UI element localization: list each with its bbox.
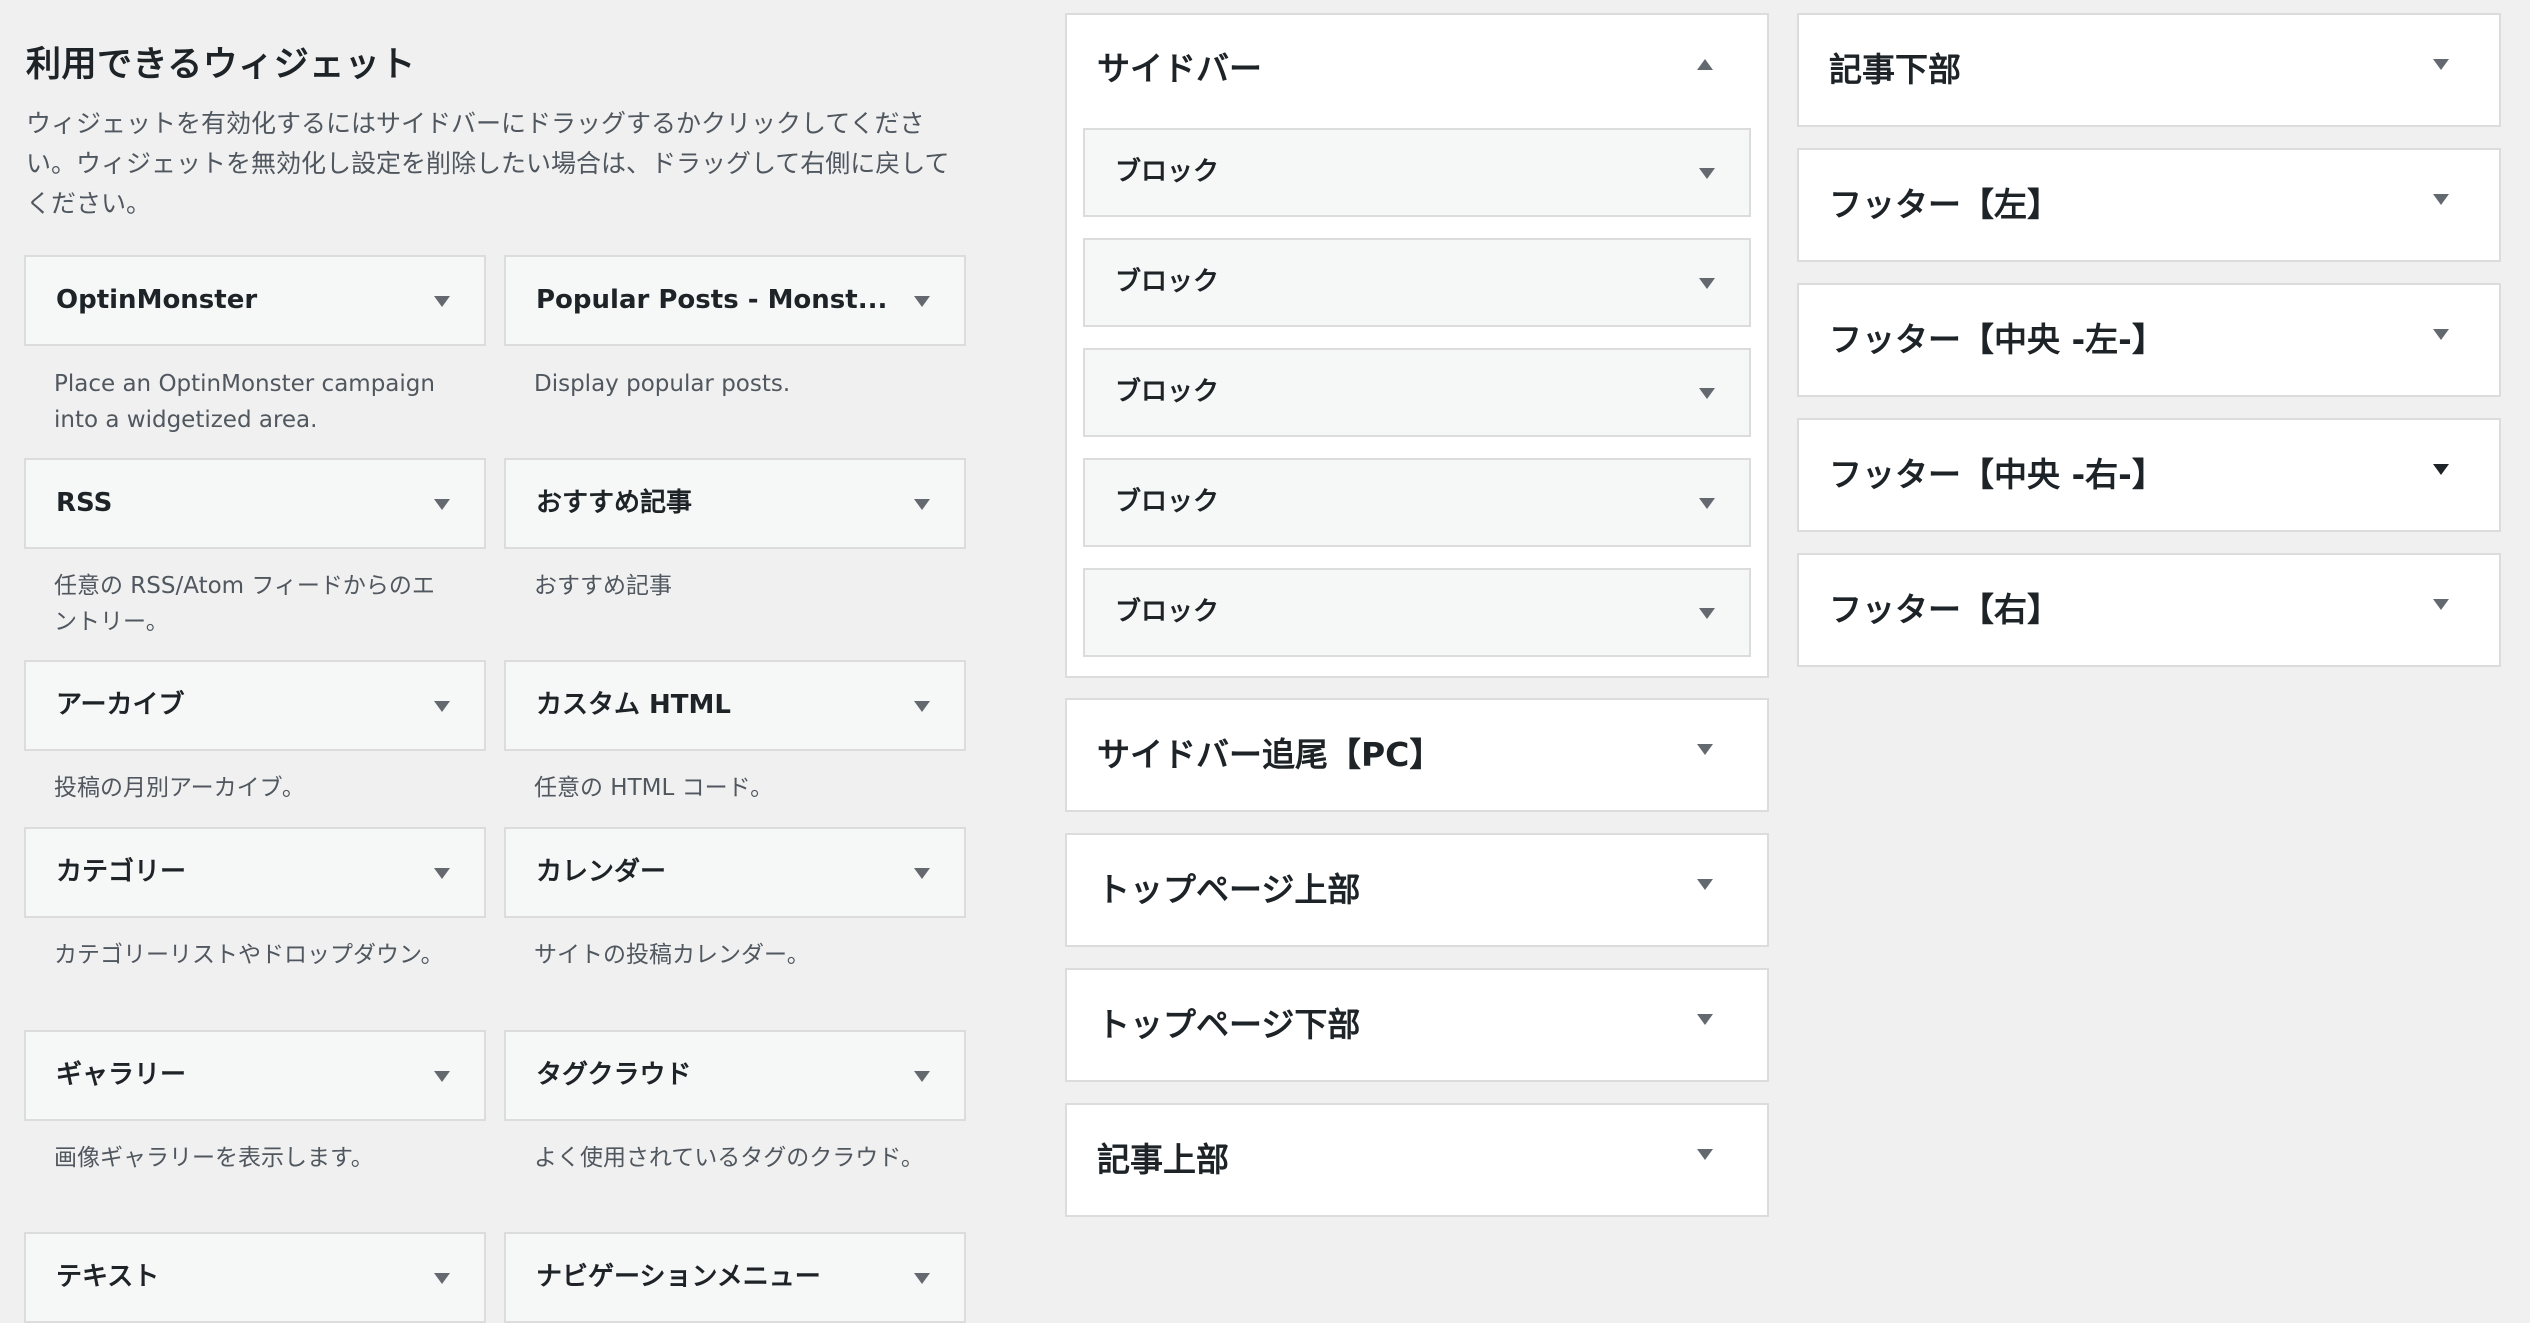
widget-description: Place an OptinMonster campaign into a wi… (54, 371, 435, 433)
arrow-down-icon[interactable] (1697, 1149, 1713, 1160)
widget-area-title: フッター【中央 -左-】 (1829, 320, 2165, 359)
widget-title: アーカイブ (56, 690, 185, 720)
widget-description: Display popular posts. (534, 371, 791, 397)
available-widgets-title: 利用できるウィジェット (26, 45, 416, 85)
arrow-down-icon[interactable] (434, 296, 450, 307)
widget-description: 任意の HTML コード。 (534, 775, 774, 801)
block-title: ブロック (1115, 377, 1220, 407)
widget-area-sidebar: サイドバー ブロック ブロック ブロック ブロック ブロック (1065, 13, 1769, 678)
widget-optinmonster[interactable]: OptinMonster (24, 255, 486, 346)
arrow-down-icon[interactable] (434, 868, 450, 879)
arrow-down-icon[interactable] (1697, 879, 1713, 890)
arrow-down-icon[interactable] (1699, 168, 1715, 179)
arrow-down-icon[interactable] (914, 296, 930, 307)
block-title: ブロック (1115, 597, 1220, 627)
widget-area-footer-center-left[interactable]: フッター【中央 -左-】 (1797, 283, 2501, 397)
block-title: ブロック (1115, 487, 1220, 517)
widget-area-title: トップページ上部 (1097, 870, 1361, 909)
arrow-down-icon[interactable] (1697, 1014, 1713, 1025)
widget-title: カレンダー (536, 857, 667, 887)
arrow-down-icon[interactable] (2433, 599, 2449, 610)
widget-recommended-posts[interactable]: おすすめ記事 (504, 458, 966, 549)
widget-area-title: トップページ下部 (1097, 1005, 1361, 1044)
widget-area-title: フッター【中央 -右-】 (1829, 455, 2165, 494)
widget-popular-posts[interactable]: Popular Posts - Monst... (504, 255, 966, 346)
widget-categories[interactable]: カテゴリー (24, 827, 486, 918)
arrow-down-icon[interactable] (914, 499, 930, 510)
available-widgets-description: ウィジェットを有効化するにはサイドバーにドラッグするかクリックしてください。ウィ… (26, 109, 950, 218)
widget-tag-cloud[interactable]: タグクラウド (504, 1030, 966, 1121)
widget-title: おすすめ記事 (536, 488, 693, 518)
widget-area-top-page-lower[interactable]: トップページ下部 (1065, 968, 1769, 1082)
widget-description: 画像ギャラリーを表示します。 (54, 1145, 374, 1171)
widget-area-title: 記事下部 (1829, 50, 1961, 89)
arrow-down-icon[interactable] (1699, 498, 1715, 509)
sidebar-block-widget[interactable]: ブロック (1083, 348, 1751, 437)
arrow-down-icon[interactable] (2433, 464, 2449, 475)
arrow-down-icon[interactable] (2433, 194, 2449, 205)
arrow-down-icon[interactable] (434, 1071, 450, 1082)
arrow-up-icon[interactable] (1697, 59, 1713, 70)
widget-area-article-top[interactable]: 記事上部 (1065, 1103, 1769, 1217)
widget-area-top-page-upper[interactable]: トップページ上部 (1065, 833, 1769, 947)
arrow-down-icon[interactable] (1699, 278, 1715, 289)
sidebar-block-widget[interactable]: ブロック (1083, 128, 1751, 217)
widget-area-title: フッター【右】 (1829, 590, 2060, 629)
widget-title: OptinMonster (56, 285, 258, 315)
arrow-down-icon[interactable] (914, 701, 930, 712)
widget-description: サイトの投稿カレンダー。 (534, 942, 810, 968)
widget-title: Popular Posts - Monst... (536, 285, 888, 315)
block-title: ブロック (1115, 157, 1220, 187)
arrow-down-icon[interactable] (1699, 608, 1715, 619)
arrow-down-icon[interactable] (914, 1071, 930, 1082)
widget-description: 投稿の月別アーカイブ。 (54, 775, 305, 801)
widget-area-title[interactable]: サイドバー (1097, 15, 1262, 123)
widget-title: RSS (56, 488, 113, 518)
widget-custom-html[interactable]: カスタム HTML (504, 660, 966, 751)
available-widgets-panel: 利用できるウィジェット ウィジェットを有効化するにはサイドバーにドラッグするかク… (24, 0, 970, 1323)
widget-title: タグクラウド (536, 1060, 692, 1090)
widget-area-sidebar-follow-pc[interactable]: サイドバー追尾【PC】 (1065, 698, 1769, 812)
widget-title: カテゴリー (56, 857, 187, 887)
widget-area-footer-left[interactable]: フッター【左】 (1797, 148, 2501, 262)
arrow-down-icon[interactable] (1699, 388, 1715, 399)
arrow-down-icon[interactable] (2433, 329, 2449, 340)
widget-rss[interactable]: RSS (24, 458, 486, 549)
sidebar-block-widget[interactable]: ブロック (1083, 568, 1751, 657)
widget-calendar[interactable]: カレンダー (504, 827, 966, 918)
sidebar-block-widget[interactable]: ブロック (1083, 238, 1751, 327)
arrow-down-icon[interactable] (434, 701, 450, 712)
arrow-down-icon[interactable] (914, 868, 930, 879)
widget-description: 任意の RSS/Atom フィードからのエントリー。 (54, 573, 435, 635)
widget-title: ギャラリー (56, 1060, 187, 1090)
arrow-down-icon[interactable] (914, 1273, 930, 1284)
arrow-down-icon[interactable] (1697, 744, 1713, 755)
widget-area-footer-center-right[interactable]: フッター【中央 -右-】 (1797, 418, 2501, 532)
widget-navigation-menu[interactable]: ナビゲーションメニュー (504, 1232, 966, 1323)
widget-gallery[interactable]: ギャラリー (24, 1030, 486, 1121)
widget-description: カテゴリーリストやドロップダウン。 (54, 942, 444, 968)
widget-text[interactable]: テキスト (24, 1232, 486, 1323)
arrow-down-icon[interactable] (434, 1273, 450, 1284)
widget-area-title: 記事上部 (1097, 1140, 1229, 1179)
widget-archives[interactable]: アーカイブ (24, 660, 486, 751)
arrow-down-icon[interactable] (2433, 59, 2449, 70)
widget-area-footer-right[interactable]: フッター【右】 (1797, 553, 2501, 667)
widget-area-title: サイドバー追尾【PC】 (1097, 735, 1443, 774)
block-title: ブロック (1115, 267, 1220, 297)
widget-title: カスタム HTML (536, 690, 731, 720)
widget-description: おすすめ記事 (534, 573, 672, 599)
widget-description: よく使用されているタグのクラウド。 (534, 1145, 924, 1171)
sidebar-block-widget[interactable]: ブロック (1083, 458, 1751, 547)
widget-area-title: フッター【左】 (1829, 185, 2060, 224)
widget-area-article-bottom[interactable]: 記事下部 (1797, 13, 2501, 127)
arrow-down-icon[interactable] (434, 499, 450, 510)
